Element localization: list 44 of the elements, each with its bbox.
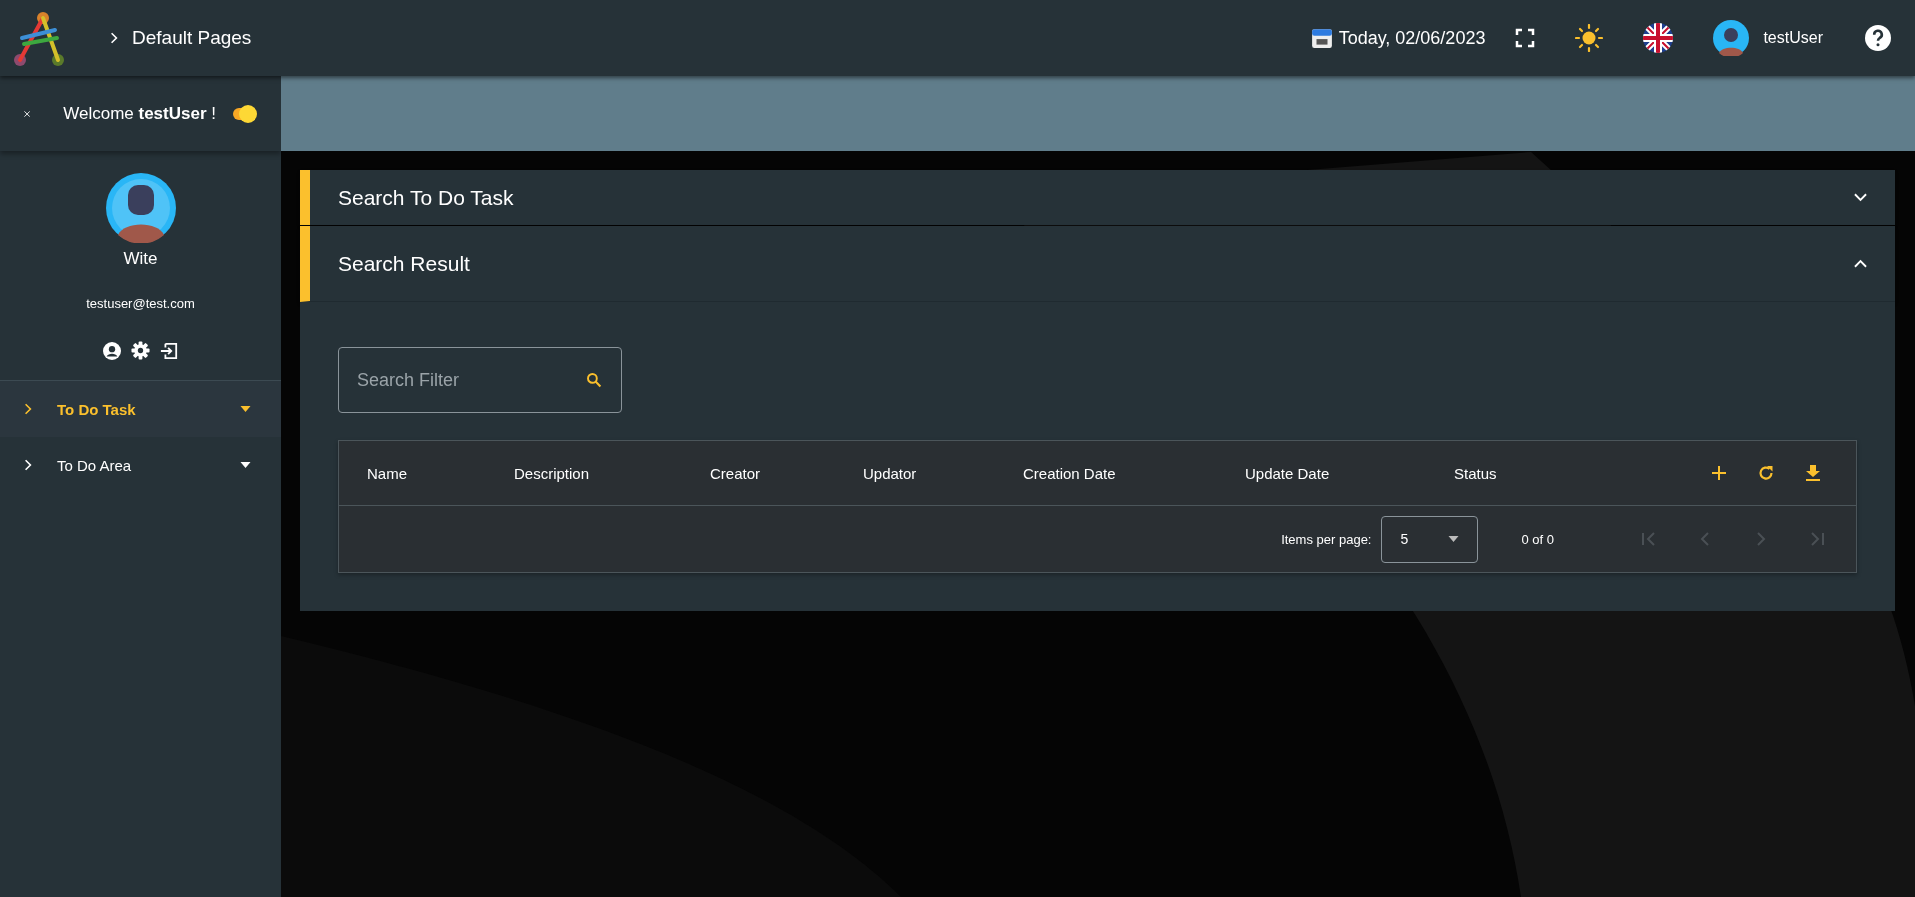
panel-header[interactable]: Search To Do Task xyxy=(300,170,1895,225)
logout-icon[interactable] xyxy=(160,341,178,360)
profile-name: Wite xyxy=(123,249,158,269)
sun-icon[interactable] xyxy=(1575,24,1604,52)
column-header[interactable]: Status xyxy=(1454,464,1574,482)
date-label: Today, 02/06/2023 xyxy=(1338,27,1486,49)
user-name[interactable]: testUser xyxy=(1763,29,1823,47)
chevron-icon xyxy=(1854,259,1867,268)
page-range: 0 of 0 xyxy=(1521,531,1554,547)
refresh-icon[interactable] xyxy=(1758,465,1774,481)
column-header[interactable]: Description xyxy=(514,464,710,482)
fullscreen-icon[interactable] xyxy=(1515,28,1536,48)
download-icon[interactable] xyxy=(1806,465,1820,481)
welcome-text: Welcome testUser ! xyxy=(63,103,216,124)
account-icon[interactable] xyxy=(103,341,121,360)
search-field[interactable]: Search Filter xyxy=(338,347,622,413)
calendar-icon xyxy=(1310,27,1333,49)
column-header[interactable]: Update Date xyxy=(1245,464,1454,482)
nav-item[interactable]: To Do Task xyxy=(0,381,281,437)
help-icon[interactable] xyxy=(1865,25,1891,51)
page-size-select[interactable]: 5 xyxy=(1381,515,1479,563)
column-header[interactable]: Creation Date xyxy=(1023,464,1245,482)
add-icon[interactable] xyxy=(1712,466,1726,480)
search-icon xyxy=(586,372,602,388)
flag-icon[interactable] xyxy=(1643,23,1674,53)
column-header[interactable]: Creator xyxy=(710,464,863,482)
column-header[interactable]: Updator xyxy=(863,464,1023,482)
panel-header[interactable]: Search Result xyxy=(300,226,1895,302)
avatar-icon[interactable] xyxy=(1713,20,1750,56)
profile-email: testuser@test.com xyxy=(86,296,195,311)
chevron-icon xyxy=(1854,193,1867,202)
chevron-right-icon xyxy=(24,459,32,471)
items-per-page-label: Items per page: xyxy=(1281,531,1372,547)
avatar-icon xyxy=(105,173,176,243)
chevron-right-icon xyxy=(110,32,118,44)
breadcrumb[interactable]: Default Pages xyxy=(132,27,252,49)
column-header[interactable]: Name xyxy=(367,464,514,482)
caret-icon xyxy=(1448,536,1460,542)
settings-icon[interactable] xyxy=(131,341,150,360)
chevron-right-icon xyxy=(24,403,32,415)
caret-icon xyxy=(240,462,251,468)
nav-item[interactable]: To Do Area xyxy=(0,437,281,493)
theme-toggle[interactable] xyxy=(233,104,257,123)
caret-icon xyxy=(240,406,251,412)
